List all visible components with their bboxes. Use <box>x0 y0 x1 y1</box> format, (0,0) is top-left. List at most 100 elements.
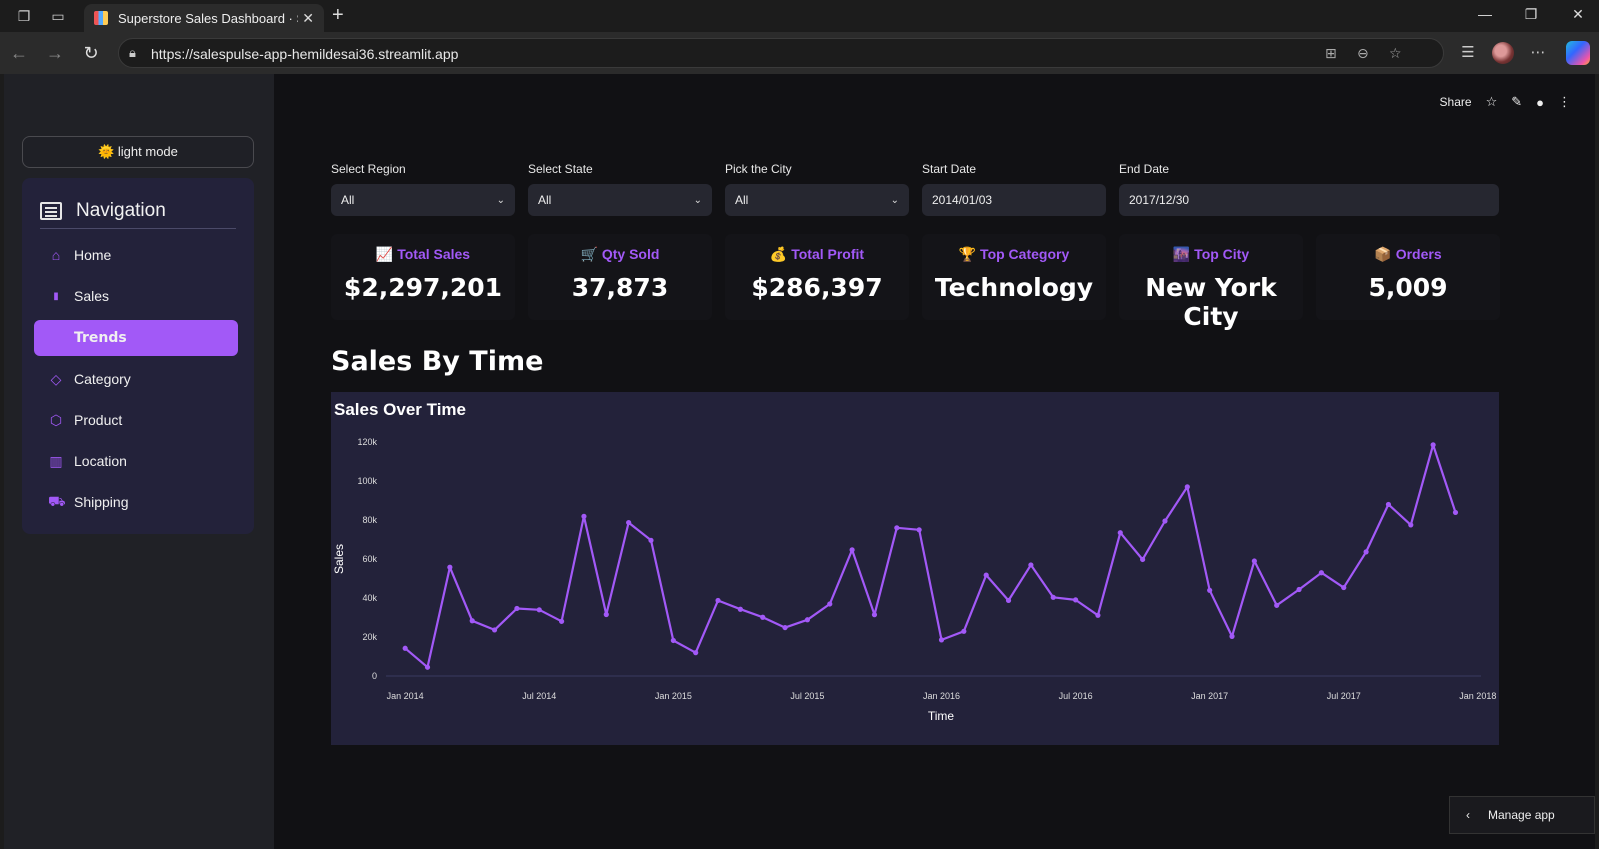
sidebar-item-label: Location <box>74 453 127 469</box>
kpi-total-sales: 📈 Total Sales $2,297,201 <box>331 234 515 320</box>
state-select[interactable]: All ⌄ <box>528 184 712 216</box>
star-icon[interactable]: ☆ <box>1486 94 1498 110</box>
sidebar-item-shipping[interactable]: ⛟ Shipping <box>34 484 238 520</box>
data-point <box>1296 586 1302 593</box>
navigation-panel: Navigation ⌂ Home ▮ Sales Trends ◇ Categ… <box>22 178 254 534</box>
filter-label: End Date <box>1119 162 1170 176</box>
profile-avatar[interactable] <box>1492 42 1514 64</box>
select-value: All <box>538 193 552 207</box>
kpi-value: 37,873 <box>571 273 669 302</box>
back-icon[interactable]: ← <box>8 42 30 64</box>
city-select[interactable]: All ⌄ <box>725 184 909 216</box>
kpi-label: 🌆 Top City <box>1172 246 1250 262</box>
data-point <box>782 624 788 631</box>
lock-icon[interactable]: 🔒︎ <box>129 45 136 61</box>
data-point <box>1385 501 1392 508</box>
filter-label: Select Region <box>331 162 406 176</box>
close-tab-icon[interactable]: ✕ <box>302 10 314 27</box>
minimize-icon[interactable]: — <box>1475 6 1495 22</box>
sidebar-item-category[interactable]: ◇ Category <box>34 361 238 397</box>
restore-icon[interactable]: ❐ <box>1521 6 1541 23</box>
zoom-icon[interactable]: ⊖ <box>1357 45 1369 62</box>
close-window-icon[interactable]: ✕ <box>1568 6 1588 23</box>
kpi-value: $286,397 <box>751 273 883 302</box>
data-point <box>1408 522 1414 528</box>
sidebar-item-label: Shipping <box>74 494 129 510</box>
data-point <box>715 597 721 604</box>
sidebar-item-label: Home <box>74 247 112 263</box>
data-point <box>402 645 408 651</box>
sidebar-item-trends[interactable]: Trends <box>34 320 238 356</box>
tab-actions-icon[interactable]: ▭ <box>50 8 66 24</box>
favorites-icon[interactable]: ☰ <box>1458 43 1478 61</box>
github-icon[interactable]: ● <box>1536 95 1544 110</box>
forward-icon[interactable]: → <box>44 42 66 64</box>
kpi-orders: 📦 Orders 5,009 <box>1316 234 1500 320</box>
sidebar-item-product[interactable]: ⬡ Product <box>34 402 238 438</box>
data-point <box>1072 597 1079 603</box>
home-icon: ⌂ <box>51 247 61 263</box>
chevron-down-icon: ⌄ <box>890 194 899 206</box>
reload-icon[interactable]: ↻ <box>80 42 102 64</box>
data-point <box>1162 518 1168 524</box>
sidebar: 🌞 light mode Navigation ⌂ Home ▮ Sales T… <box>4 74 274 849</box>
data-point <box>804 617 811 623</box>
y-tick-label: 40k <box>362 593 377 603</box>
more-icon[interactable]: ⋯ <box>1528 43 1548 61</box>
new-tab-icon[interactable]: + <box>332 4 344 27</box>
sidebar-item-location[interactable]: ▥ Location <box>34 443 238 479</box>
select-value: All <box>735 193 749 207</box>
menu-icon <box>40 201 62 220</box>
app-toolbar: Share ☆ ✎ ● ⋮ <box>1440 94 1571 110</box>
sidebar-item-home[interactable]: ⌂ Home <box>34 237 238 273</box>
data-point <box>1452 509 1459 516</box>
manage-app-button[interactable]: ‹ Manage app <box>1449 796 1595 834</box>
x-axis-label: Time <box>928 709 955 723</box>
edit-icon[interactable]: ✎ <box>1511 94 1522 110</box>
chart-title: Sales Over Time <box>334 400 466 419</box>
chevron-left-icon: ‹ <box>1466 808 1470 822</box>
copilot-icon[interactable] <box>1566 41 1590 65</box>
data-point <box>536 607 542 613</box>
browser-titlebar: ❐ ▭ Superstore Sales Dashboard · Stre ✕ … <box>0 0 1599 32</box>
end-date-input[interactable]: 2017/12/30 <box>1119 184 1499 216</box>
address-bar[interactable]: 🔒︎ https://salespulse-app-hemildesai36.s… <box>118 38 1444 68</box>
y-tick-label: 120k <box>357 437 377 447</box>
tab-title: Superstore Sales Dashboard · Stre <box>118 10 298 26</box>
main-menu-icon[interactable]: ⋮ <box>1558 94 1571 110</box>
kpi-label: 💰 Total Profit <box>769 246 865 262</box>
data-point <box>559 618 565 624</box>
browser-tab[interactable]: Superstore Sales Dashboard · Stre ✕ <box>84 4 324 32</box>
data-point <box>1274 602 1280 608</box>
url-text[interactable]: https://salespulse-app-hemildesai36.stre… <box>151 46 458 62</box>
y-tick-label: 80k <box>362 515 377 525</box>
x-tick-label: Jan 2017 <box>1191 691 1228 701</box>
data-point <box>961 628 967 634</box>
sales-line <box>404 443 1457 669</box>
chevron-down-icon: ⌄ <box>693 194 702 206</box>
sidebar-item-label: Product <box>74 412 123 428</box>
filter-label: Select State <box>528 162 593 176</box>
data-point <box>760 614 766 620</box>
region-select[interactable]: All ⌄ <box>331 184 515 216</box>
share-button[interactable]: Share <box>1440 95 1472 109</box>
sales-over-time-chart[interactable]: Sales Over Time 0 20k 40k 60k 80k 100k 120k Jan … <box>331 392 1499 745</box>
start-date-input[interactable]: 2014/01/03 <box>922 184 1106 216</box>
workspaces-icon[interactable]: ❐ <box>16 8 32 24</box>
kpi-top-city: 🌆 Top City New York City <box>1119 234 1303 331</box>
light-mode-button[interactable]: 🌞 light mode <box>22 136 254 168</box>
data-point <box>1184 484 1190 490</box>
data-point <box>447 564 453 570</box>
filter-region: Select Region All ⌄ <box>331 162 515 216</box>
x-tick-label: Jul 2017 <box>1327 691 1361 701</box>
sidebar-item-label: Trends <box>74 330 127 346</box>
data-point <box>849 547 855 553</box>
filter-label: Start Date <box>922 162 977 176</box>
sidebar-item-sales[interactable]: ▮ Sales <box>34 278 238 314</box>
data-point <box>469 618 475 624</box>
app-available-icon[interactable]: ⊞ <box>1325 45 1337 62</box>
favorite-star-icon[interactable]: ☆ <box>1389 45 1402 62</box>
kpi-label: 🛒 Qty Sold <box>580 246 660 262</box>
manage-app-label: Manage app <box>1488 808 1555 822</box>
bar-chart-icon: ▮ <box>53 290 59 302</box>
